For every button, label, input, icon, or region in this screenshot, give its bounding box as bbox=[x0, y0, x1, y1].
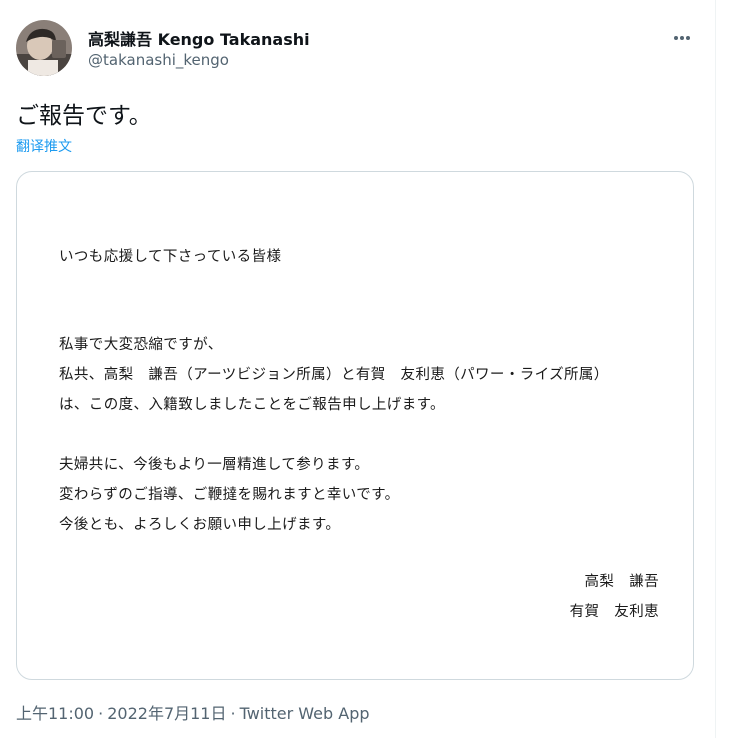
tweet-text: ご報告です。 bbox=[16, 103, 152, 129]
attached-image[interactable]: いつも応援して下さっている皆様 私事で大変恐縮ですが、 私共、高梨 謙吾（アーツ… bbox=[16, 171, 694, 680]
user-handle[interactable]: @takanashi_kengo bbox=[88, 51, 229, 69]
letter-line: 変わらずのご指導、ご鞭撻を賜れますと幸いです。 bbox=[59, 487, 400, 503]
tweet-header: 高梨謙吾 Kengo Takanashi @takanashi_kengo bbox=[16, 20, 706, 80]
profile-photo-icon bbox=[16, 20, 72, 76]
letter-line: 夫婦共に、今後もより一層精進して参ります。 bbox=[59, 457, 370, 473]
letter-line: 今後とも、よろしくお願い申し上げます。 bbox=[59, 517, 341, 533]
translate-tweet-link[interactable]: 翻译推文 bbox=[16, 136, 72, 156]
tweet-date[interactable]: 2022年7月11日 bbox=[107, 704, 226, 723]
avatar[interactable] bbox=[16, 20, 72, 76]
column-divider bbox=[715, 0, 716, 738]
letter-greeting: いつも応援して下さっている皆様 bbox=[59, 249, 282, 265]
letter-line: 私共、高梨 謙吾（アーツビジョン所属）と有賀 友利恵（パワー・ライズ所属） bbox=[59, 367, 609, 383]
tweet-source[interactable]: Twitter Web App bbox=[240, 704, 370, 723]
more-options-button[interactable] bbox=[668, 24, 696, 52]
more-horizontal-icon bbox=[674, 36, 690, 40]
signature-husband: 高梨 謙吾 bbox=[584, 574, 659, 590]
separator: · bbox=[98, 704, 104, 723]
separator: · bbox=[230, 704, 236, 723]
signature-wife: 有賀 友利恵 bbox=[569, 604, 659, 620]
letter-line: は、この度、入籍致しましたことをご報告申し上げます。 bbox=[59, 397, 445, 413]
tweet-metadata: 上午11:00 · 2022年7月11日 · Twitter Web App bbox=[16, 700, 370, 724]
letter-line: 私事で大変恐縮ですが、 bbox=[59, 337, 223, 353]
announcement-letter: いつも応援して下さっている皆様 私事で大変恐縮ですが、 私共、高梨 謙吾（アーツ… bbox=[59, 172, 659, 679]
display-name[interactable]: 高梨謙吾 Kengo Takanashi bbox=[88, 26, 310, 50]
tweet-time[interactable]: 上午11:00 bbox=[16, 704, 94, 723]
